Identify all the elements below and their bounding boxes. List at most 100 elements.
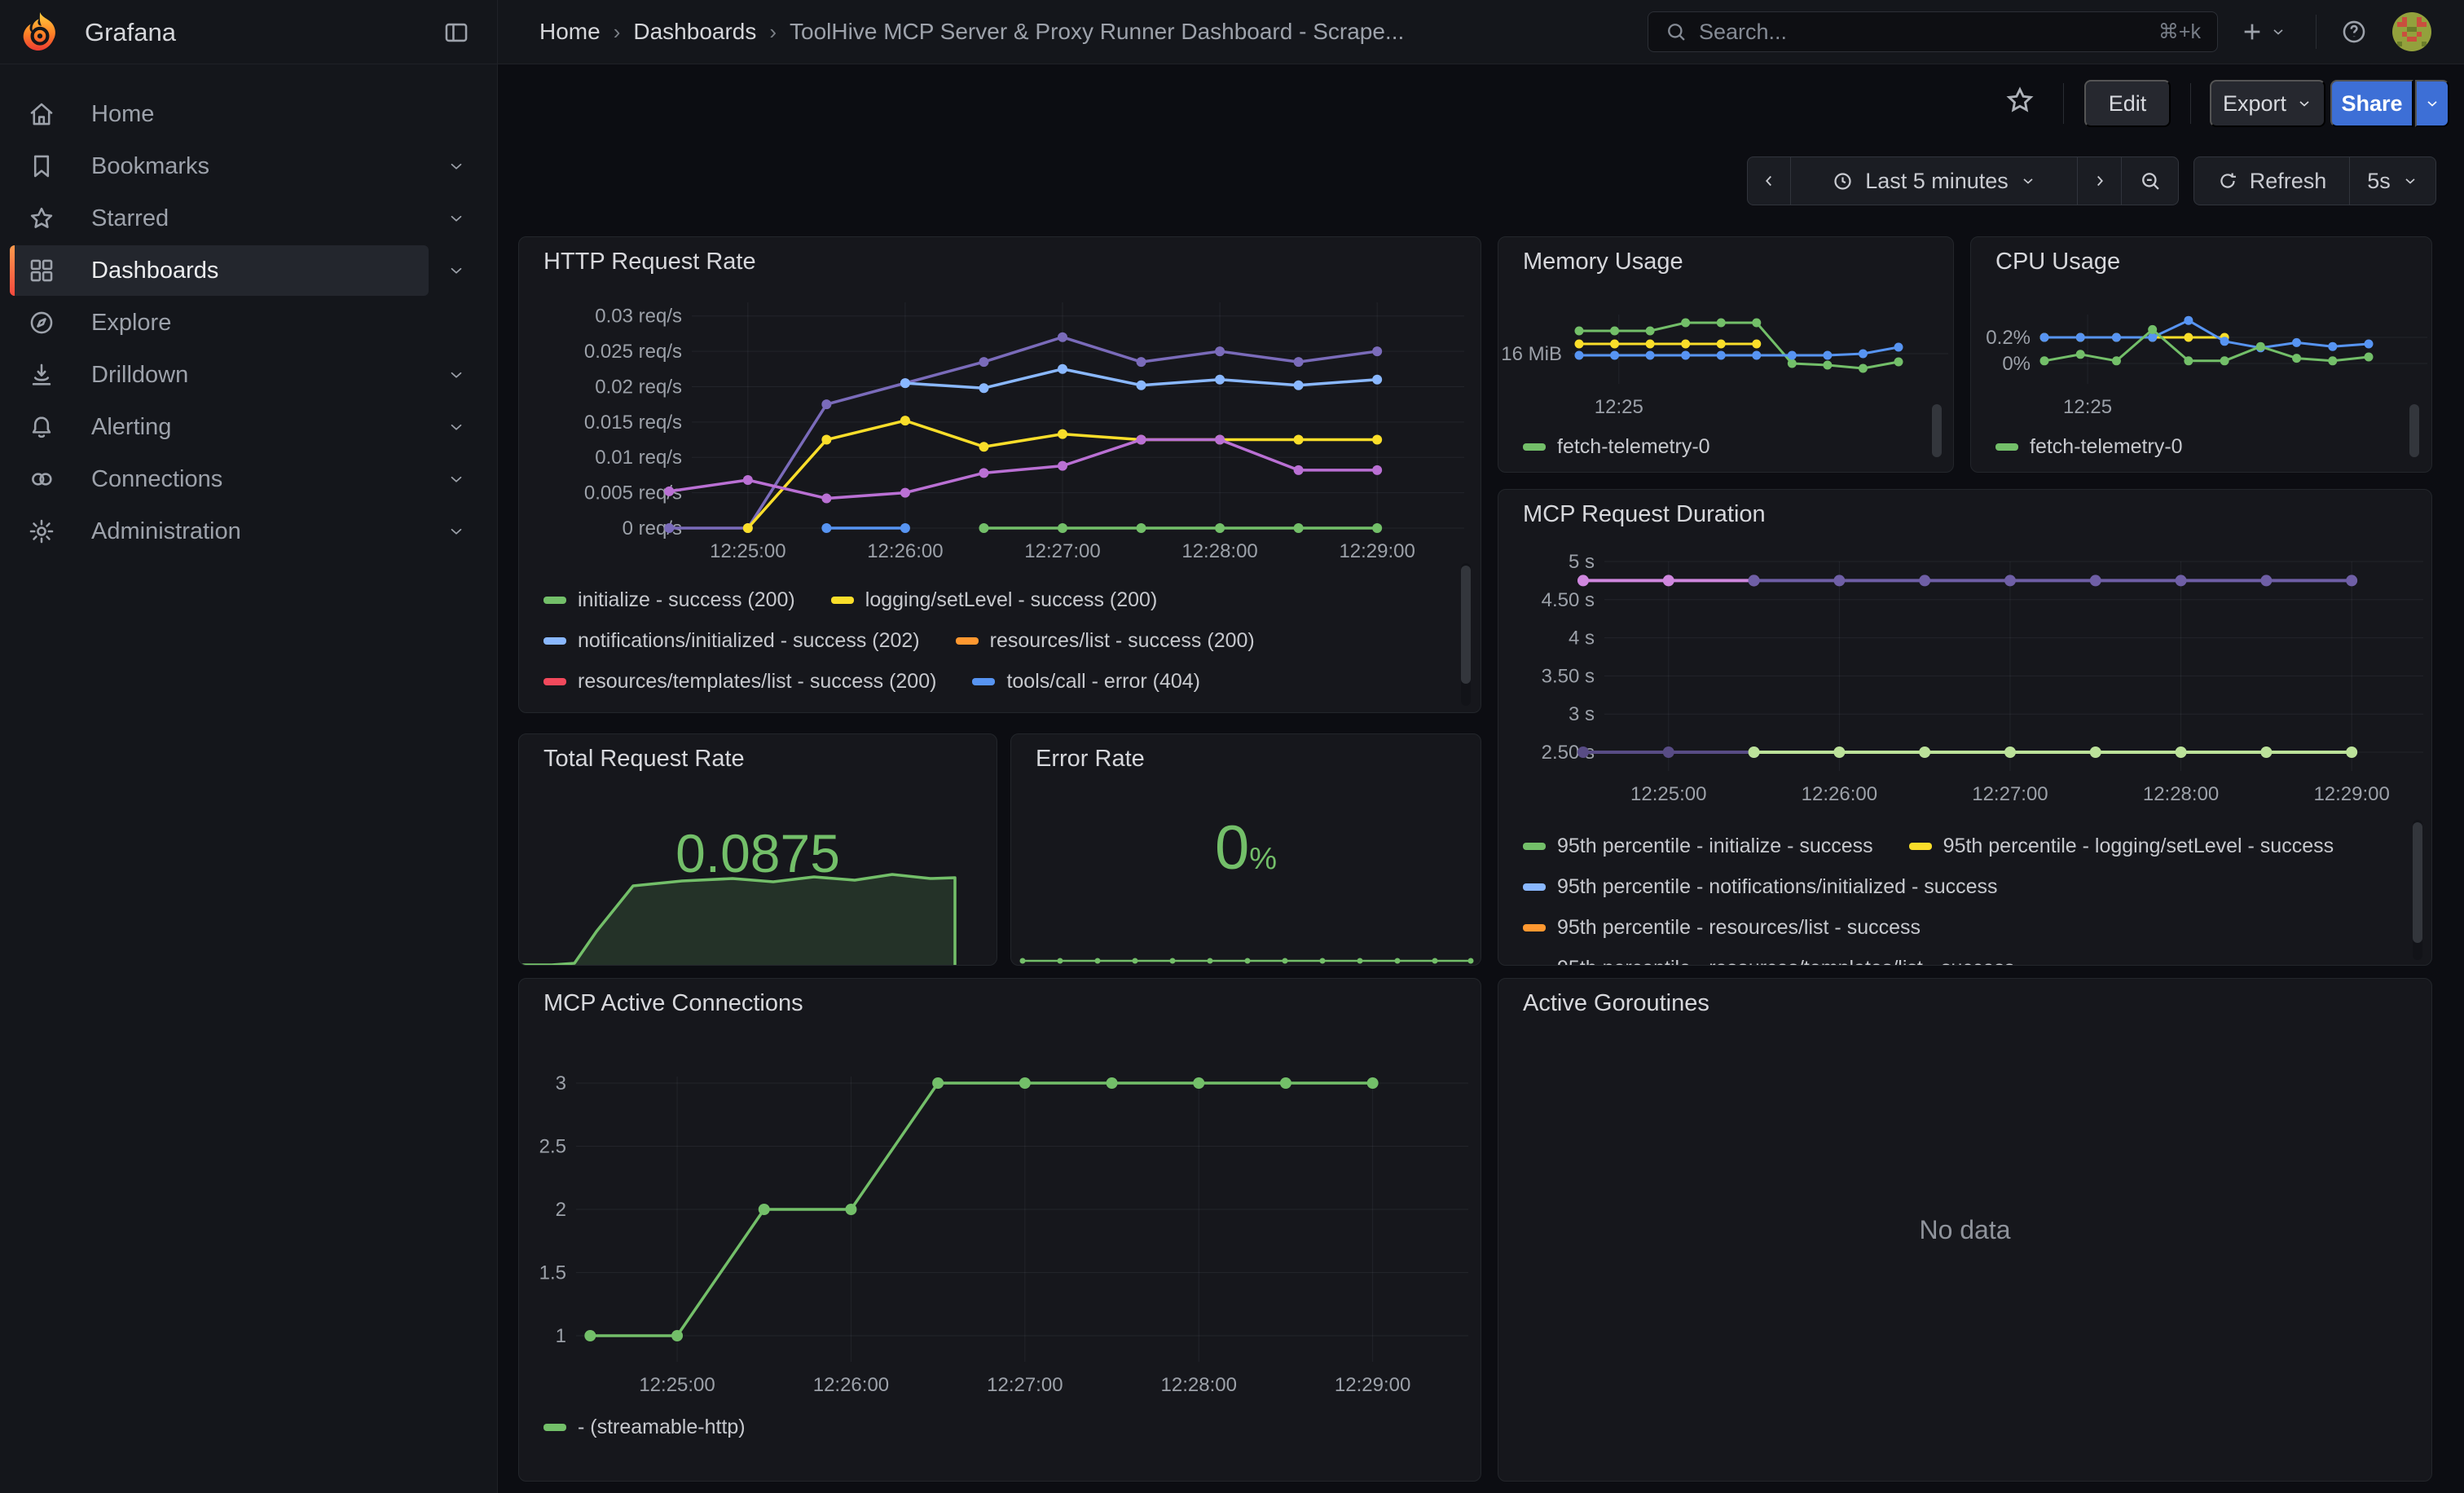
svg-text:12:29:00: 12:29:00 (1339, 540, 1415, 562)
refresh-interval-picker[interactable]: 5s (2349, 157, 2435, 205)
chevron-down-icon[interactable] (440, 454, 473, 504)
error-rate-number: 0 (1215, 813, 1249, 883)
legend-item[interactable]: - (streamable-http) (543, 1416, 746, 1439)
legend-item[interactable]: initialize - success (200) (543, 588, 795, 612)
svg-text:12:27:00: 12:27:00 (1024, 540, 1100, 562)
chevron-down-icon[interactable] (440, 141, 473, 192)
legend-item[interactable]: logging/setLevel - success (200) (831, 588, 1158, 612)
panel-title[interactable]: Total Request Rate (543, 746, 745, 773)
panel-title[interactable]: HTTP Request Rate (543, 249, 756, 275)
legend-color-chip (972, 678, 995, 685)
export-button[interactable]: Export (2210, 80, 2325, 127)
grafana-logo-icon[interactable] (20, 11, 60, 52)
chart-legend: - (streamable-http) (543, 1415, 1451, 1451)
chevron-down-icon[interactable] (440, 193, 473, 244)
chevron-down-icon[interactable] (440, 402, 473, 452)
chevron-down-icon[interactable] (440, 245, 473, 296)
gear-icon (28, 517, 55, 545)
share-options-button[interactable] (2415, 80, 2449, 127)
sidebar-item-explore[interactable]: Explore (10, 297, 429, 348)
legend-scrollbar-thumb[interactable] (2409, 404, 2419, 457)
sidebar-item-administration[interactable]: Administration (10, 506, 429, 557)
legend-item[interactable]: 95th percentile - initialize - success (1523, 835, 1873, 858)
add-button[interactable] (2239, 0, 2286, 64)
share-button[interactable]: Share (2330, 80, 2413, 127)
legend-color-chip (1523, 843, 1546, 850)
legend-item[interactable]: 95th percentile - logging/setLevel - suc… (1909, 835, 2334, 858)
time-back-button[interactable] (1748, 157, 1790, 205)
chart-legend: fetch-telemetry-0 (1523, 434, 1934, 467)
zoom-out-button[interactable] (2121, 157, 2178, 205)
legend-label: notifications/initialized - success (202… (578, 629, 920, 653)
breadcrumb-item[interactable]: Home (539, 19, 601, 45)
svg-text:4.50 s: 4.50 s (1542, 589, 1595, 611)
legend-scrollbar-thumb[interactable] (1932, 404, 1942, 457)
legend-item[interactable]: notifications/initialized - success (202… (543, 629, 920, 653)
svg-text:0.025 req/s: 0.025 req/s (584, 341, 682, 363)
chevron-down-icon (2020, 173, 2036, 189)
edit-button[interactable]: Edit (2084, 80, 2171, 127)
legend-label: logging/setLevel - success (200) (865, 588, 1158, 612)
sidebar-item-bookmarks[interactable]: Bookmarks (10, 141, 429, 192)
collapse-sidebar-icon[interactable] (442, 19, 470, 46)
panel-title[interactable]: MCP Request Duration (1523, 501, 1766, 528)
breadcrumb-separator: › (769, 20, 777, 45)
legend-color-chip (956, 637, 979, 645)
legend-item[interactable]: 95th percentile - notifications/initiali… (1523, 875, 1998, 899)
sidebar-item-label: Alerting (91, 414, 171, 441)
refresh-interval-label: 5s (2367, 169, 2391, 194)
legend-item[interactable]: unknown - success (200) (1126, 711, 1387, 714)
user-avatar[interactable] (2392, 12, 2431, 51)
refresh-button[interactable]: Refresh (2194, 157, 2349, 205)
sidebar-item-dashboards[interactable]: Dashboards (10, 245, 429, 296)
svg-text:1.5: 1.5 (539, 1262, 566, 1284)
svg-text:12:28:00: 12:28:00 (1181, 540, 1257, 562)
legend-label: fetch-telemetry-0 (2030, 435, 2183, 459)
legend-item[interactable]: fetch-telemetry-0 (1523, 435, 1710, 459)
help-icon[interactable] (2340, 0, 2368, 64)
svg-text:2: 2 (556, 1199, 566, 1221)
svg-text:0.02 req/s: 0.02 req/s (595, 376, 682, 398)
http-request-rate-chart[interactable]: 0 req/s0.005 req/s0.01 req/s0.015 req/s0… (519, 237, 1481, 588)
search-input[interactable]: Search... ⌘+k (1648, 11, 2218, 52)
legend-item[interactable]: resources/templates/list - success (200) (543, 670, 936, 694)
sidebar-item-home[interactable]: Home (10, 89, 429, 139)
legend-item[interactable]: 95th percentile - resources/list - succe… (1523, 916, 1921, 940)
chevron-down-icon[interactable] (440, 506, 473, 557)
time-range-picker[interactable]: Last 5 minutes (1790, 157, 2077, 205)
legend-item[interactable]: resources/list - success (200) (956, 629, 1255, 653)
legend-item[interactable]: fetch-telemetry-0 (1995, 435, 2183, 459)
chevron-down-icon[interactable] (440, 350, 473, 400)
sidebar-item-starred[interactable]: Starred (10, 193, 429, 244)
svg-text:4 s: 4 s (1569, 628, 1595, 650)
legend-item[interactable]: tools/call - success (200) (543, 711, 802, 714)
sidebar-item-drilldown[interactable]: Drilldown (10, 350, 429, 400)
panel-title[interactable]: MCP Active Connections (543, 990, 803, 1017)
legend-item[interactable]: tools/call - error (404) (972, 670, 1200, 694)
panel-title[interactable]: Memory Usage (1523, 249, 1683, 275)
svg-text:12:28:00: 12:28:00 (1161, 1374, 1237, 1396)
sidebar-item-alerting[interactable]: Alerting (10, 402, 429, 452)
svg-text:12:27:00: 12:27:00 (1972, 783, 2048, 805)
zoom-out-icon (2139, 170, 2162, 192)
mcp-request-duration-chart[interactable]: 5 s4.50 s4 s3.50 s3 s2.50 s12:25:0012:26… (1498, 490, 2432, 832)
time-forward-button[interactable] (2077, 157, 2121, 205)
svg-text:12:25:00: 12:25:00 (1630, 783, 1706, 805)
legend-item[interactable]: 95th percentile - resources/templates/li… (1523, 957, 2014, 967)
svg-text:3: 3 (556, 1072, 566, 1094)
legend-item[interactable]: tools/list - success (200) (838, 711, 1090, 714)
favorite-star-icon[interactable] (2004, 85, 2035, 116)
chevron-down-icon (2424, 95, 2440, 112)
panel-title[interactable]: CPU Usage (1995, 249, 2120, 275)
legend-label: 95th percentile - initialize - success (1557, 835, 1873, 858)
legend-scrollbar-thumb[interactable] (1461, 566, 1471, 684)
breadcrumb: Home›Dashboards›ToolHive MCP Server & Pr… (539, 0, 1404, 64)
clock-icon (1832, 170, 1854, 192)
sidebar-item-connections[interactable]: Connections (10, 454, 429, 504)
breadcrumb-item[interactable]: Dashboards (633, 19, 756, 45)
panel-title[interactable]: Active Goroutines (1523, 990, 1709, 1017)
mcp-active-connections-chart[interactable]: 32.521.5112:25:0012:26:0012:27:0012:28:0… (519, 979, 1481, 1409)
panel-title[interactable]: Error Rate (1036, 746, 1145, 773)
legend-scrollbar-thumb[interactable] (2413, 822, 2422, 943)
svg-text:0%: 0% (2002, 353, 2031, 375)
